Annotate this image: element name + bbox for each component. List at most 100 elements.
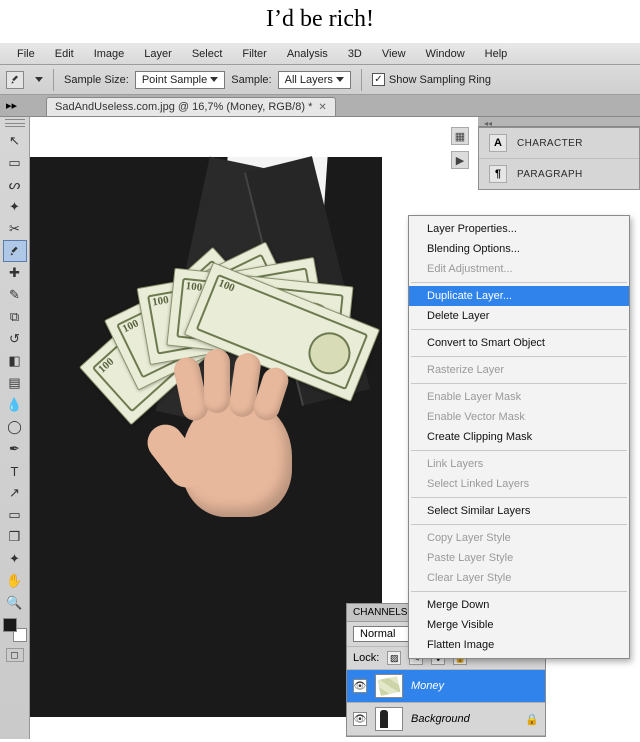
context-menu-separator [411,329,627,330]
sample-size-value: Point Sample [142,74,207,86]
context-menu-item-edit-adjustment: Edit Adjustment... [409,259,629,279]
context-menu-item-enable-layer-mask: Enable Layer Mask [409,387,629,407]
crop-tool[interactable]: ✂ [3,218,27,240]
menu-help[interactable]: Help [476,45,517,63]
character-paragraph-panel: A CHARACTER ¶ PARAGRAPH [478,127,640,190]
pen-tool[interactable]: ✒ [3,438,27,460]
styles-panel-icon[interactable]: ▶ [451,151,469,169]
layer-name[interactable]: Background [411,713,517,725]
hand-tool[interactable]: ✋ [3,570,27,592]
lock-label: Lock: [353,652,379,664]
layer-row-background[interactable]: 👁 Background 🔒 [347,703,545,736]
show-sampling-ring-label: Show Sampling Ring [389,74,491,86]
3d-camera-tool[interactable]: ✦ [3,548,27,570]
tool-preset-dropdown-icon[interactable] [35,77,43,82]
3d-tool[interactable]: ❒ [3,526,27,548]
sample-select[interactable]: All Layers [278,71,351,89]
panel-grip-icon[interactable]: ▸▸ [6,99,17,112]
layer-thumbnail[interactable] [375,707,403,731]
context-menu-item-delete-layer[interactable]: Delete Layer [409,306,629,326]
color-swatches[interactable] [3,618,27,642]
separator [53,69,54,91]
type-tool[interactable]: T [3,460,27,482]
menu-layer[interactable]: Layer [135,45,181,63]
options-bar: Sample Size: Point Sample Sample: All La… [0,65,640,95]
document-tab[interactable]: SadAndUseless.com.jpg @ 16,7% (Money, RG… [46,97,336,116]
menu-file[interactable]: File [8,45,44,63]
quick-mask-toggle[interactable]: ◻ [6,648,24,662]
brush-tool[interactable]: ✎ [3,284,27,306]
shape-tool[interactable]: ▭ [3,504,27,526]
chevron-down-icon [336,77,344,82]
layer-name[interactable]: Money [411,680,539,692]
gradient-tool[interactable]: ▤ [3,372,27,394]
sample-size-label: Sample Size: [64,74,129,86]
foreground-color-swatch[interactable] [3,618,17,632]
context-menu-item-select-linked-layers: Select Linked Layers [409,474,629,494]
context-menu-item-select-similar-layers[interactable]: Select Similar Layers [409,501,629,521]
show-sampling-ring-checkbox[interactable]: ✓ Show Sampling Ring [372,73,491,86]
separator [361,69,362,91]
menu-image[interactable]: Image [85,45,134,63]
hand [152,357,312,537]
panel-icons-column: ▦ ▶ [448,127,472,169]
toolbox-grip-icon[interactable] [5,119,25,127]
paragraph-panel-tab[interactable]: ¶ PARAGRAPH [479,159,639,189]
dodge-tool[interactable]: ◯ [3,416,27,438]
clone-stamp-tool[interactable]: ⧉ [3,306,27,328]
context-menu-separator [411,356,627,357]
eraser-tool[interactable]: ◧ [3,350,27,372]
context-menu-item-duplicate-layer[interactable]: Duplicate Layer... [409,286,629,306]
blur-tool[interactable]: 💧 [3,394,27,416]
layer-thumbnail[interactable] [375,674,403,698]
move-tool[interactable]: ↖ [3,130,27,152]
lock-transparency-icon[interactable]: ▨ [387,651,401,665]
sample-size-select[interactable]: Point Sample [135,71,225,89]
sample-value: All Layers [285,74,333,86]
context-menu-item-layer-properties[interactable]: Layer Properties... [409,219,629,239]
context-menu-item-clear-layer-style: Clear Layer Style [409,568,629,588]
history-brush-tool[interactable]: ↺ [3,328,27,350]
checkbox-icon: ✓ [372,73,385,86]
context-menu-separator [411,524,627,525]
layer-row-money[interactable]: 👁 Money [347,670,545,703]
path-select-tool[interactable]: ↗ [3,482,27,504]
context-menu-item-convert-to-smart-object[interactable]: Convert to Smart Object [409,333,629,353]
menu-view[interactable]: View [373,45,415,63]
close-tab-icon[interactable]: ✕ [318,102,326,113]
context-menu-separator [411,450,627,451]
menu-window[interactable]: Window [417,45,474,63]
menu-analysis[interactable]: Analysis [278,45,337,63]
zoom-tool[interactable]: 🔍 [3,592,27,614]
tool-preset-icon[interactable] [6,71,24,89]
menu-filter[interactable]: Filter [233,45,275,63]
context-menu-item-link-layers: Link Layers [409,454,629,474]
marquee-tool[interactable]: ▭ [3,152,27,174]
context-menu-separator [411,591,627,592]
swatches-panel-icon[interactable]: ▦ [451,127,469,145]
magic-wand-tool[interactable]: ✦ [3,196,27,218]
context-menu-item-blending-options[interactable]: Blending Options... [409,239,629,259]
context-menu-item-merge-down[interactable]: Merge Down [409,595,629,615]
blend-mode-value: Normal [360,628,395,640]
right-panel-stack: ◂◂ A CHARACTER ¶ PARAGRAPH [478,117,640,190]
toolbox: ↖ ▭ ᔕ ✦ ✂ ✚ ✎ ⧉ ↺ ◧ ▤ 💧 ◯ ✒ T ↗ ▭ ❒ ✦ ✋ … [0,117,30,739]
menu-edit[interactable]: Edit [46,45,83,63]
context-menu-item-create-clipping-mask[interactable]: Create Clipping Mask [409,427,629,447]
context-menu-separator [411,497,627,498]
document-tab-bar: SadAndUseless.com.jpg @ 16,7% (Money, RG… [0,95,640,117]
visibility-toggle-icon[interactable]: 👁 [353,679,367,693]
context-menu-item-merge-visible[interactable]: Merge Visible [409,615,629,635]
layer-context-menu: Layer Properties...Blending Options...Ed… [408,215,630,659]
chevron-down-icon [210,77,218,82]
character-panel-tab[interactable]: A CHARACTER [479,128,639,159]
spot-heal-tool[interactable]: ✚ [3,262,27,284]
menu-select[interactable]: Select [183,45,232,63]
menu-3d[interactable]: 3D [339,45,371,63]
visibility-toggle-icon[interactable]: 👁 [353,712,367,726]
context-menu-item-enable-vector-mask: Enable Vector Mask [409,407,629,427]
context-menu-item-flatten-image[interactable]: Flatten Image [409,635,629,655]
eyedropper-tool[interactable] [3,240,27,262]
panel-grip[interactable]: ◂◂ [478,117,640,127]
lasso-tool[interactable]: ᔕ [3,174,27,196]
